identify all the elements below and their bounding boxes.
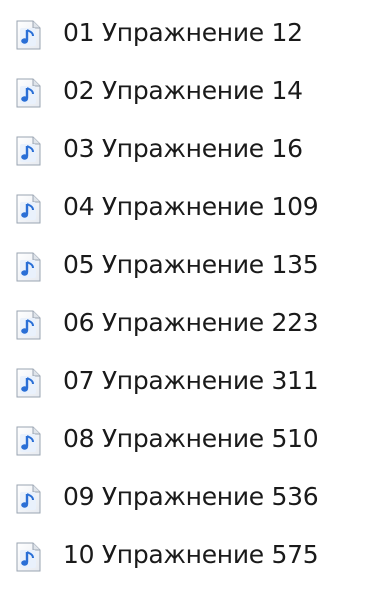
file-item[interactable]: 07 Упражнение 311 [0, 356, 378, 406]
file-name: 10 Упражнение 575 [63, 540, 319, 569]
audio-file-icon [12, 19, 44, 51]
file-item[interactable]: 02 Упражнение 14 [0, 66, 378, 116]
audio-file-icon [12, 483, 44, 515]
audio-file-icon [12, 135, 44, 167]
file-item[interactable]: 03 Упражнение 16 [0, 124, 378, 174]
file-name: 07 Упражнение 311 [63, 366, 319, 395]
audio-file-icon [12, 193, 44, 225]
file-name: 05 Упражнение 135 [63, 250, 319, 279]
file-name: 01 Упражнение 12 [63, 18, 303, 47]
audio-file-icon [12, 425, 44, 457]
audio-file-icon [12, 541, 44, 573]
file-item[interactable]: 05 Упражнение 135 [0, 240, 378, 290]
audio-file-icon [12, 309, 44, 341]
file-item[interactable]: 08 Упражнение 510 [0, 414, 378, 464]
file-item[interactable]: 01 Упражнение 12 [0, 8, 378, 58]
file-name: 08 Упражнение 510 [63, 424, 319, 453]
file-name: 02 Упражнение 14 [63, 76, 303, 105]
file-item[interactable]: 06 Упражнение 223 [0, 298, 378, 348]
file-name: 03 Упражнение 16 [63, 134, 303, 163]
file-item[interactable]: 04 Упражнение 109 [0, 182, 378, 232]
file-name: 09 Упражнение 536 [63, 482, 319, 511]
file-item[interactable]: 10 Упражнение 575 [0, 530, 378, 580]
audio-file-icon [12, 77, 44, 109]
file-item[interactable]: 09 Упражнение 536 [0, 472, 378, 522]
file-list: 01 Упражнение 12 02 Упражнение 14 03 Упр… [0, 0, 378, 595]
audio-file-icon [12, 367, 44, 399]
audio-file-icon [12, 251, 44, 283]
file-name: 06 Упражнение 223 [63, 308, 319, 337]
file-name: 04 Упражнение 109 [63, 192, 319, 221]
